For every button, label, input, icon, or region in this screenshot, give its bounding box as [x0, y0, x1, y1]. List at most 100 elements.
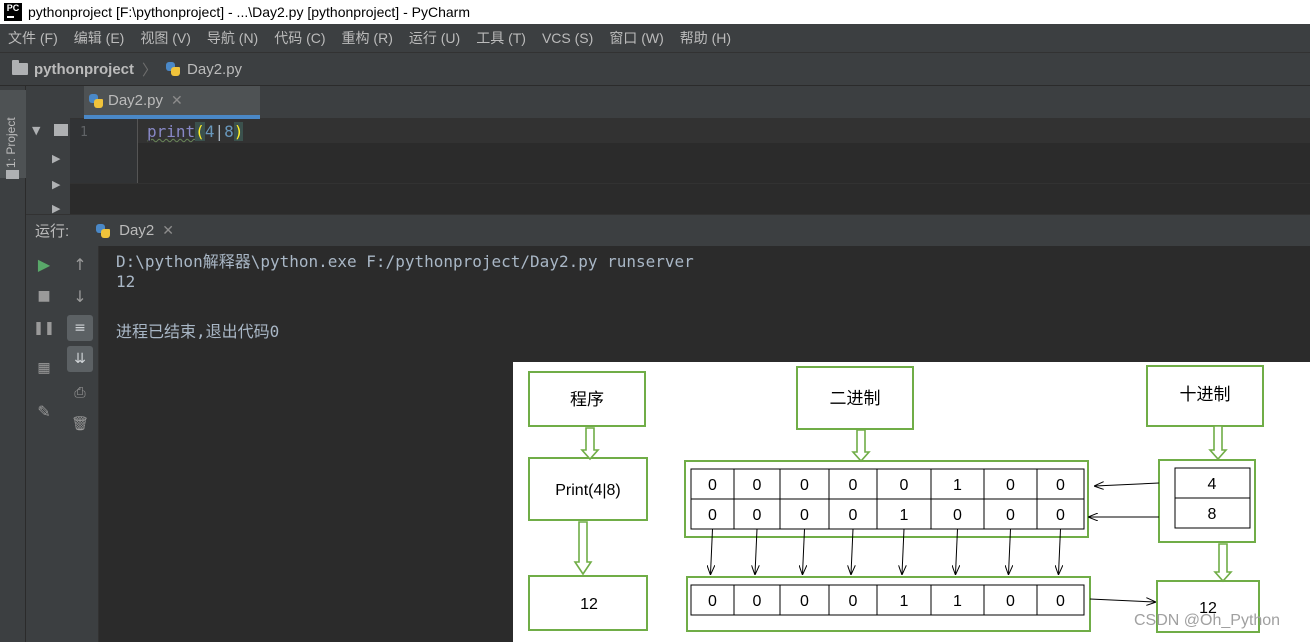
python-file-icon — [165, 61, 181, 77]
menu-run[interactable]: 运行 (U) — [401, 28, 468, 48]
code-operator: | — [214, 122, 225, 141]
bit-cell: 0 — [753, 593, 762, 610]
menu-refactor[interactable]: 重构 (R) — [334, 28, 401, 48]
editor-tab-label: Day2.py — [108, 92, 164, 109]
bitwise-or-diagram: 0 0 0 0 0 1 0 0 0 0 0 0 1 0 0 0 0 0 0 0 1 1 0 0 程序 二进制 十进制 Pri… — [513, 362, 1310, 642]
bit-cell: 0 — [1006, 477, 1015, 494]
decimal-value: 8 — [1208, 506, 1217, 523]
bit-cell: 0 — [1006, 507, 1015, 524]
title-bar: PC pythonproject [F:\pythonproject] - ..… — [0, 0, 1310, 24]
decimal-value: 4 — [1208, 476, 1217, 493]
breadcrumb-file[interactable]: Day2.py — [187, 61, 242, 78]
bit-cell: 0 — [849, 507, 858, 524]
pycharm-icon: PC — [4, 3, 22, 21]
print-icon[interactable]: ⎙ — [67, 380, 93, 406]
console-line: D:\python解释器\python.exe F:/pythonproject… — [116, 252, 694, 271]
diagram-canvas: 0 0 0 0 0 1 0 0 0 0 0 0 1 0 0 0 0 0 0 0 1 1 0 0 程序 二进制 十进制 Pri… — [528, 365, 1264, 633]
run-tab-label: Day2 — [119, 222, 155, 239]
bit-cell: 0 — [753, 477, 762, 494]
window-title: pythonproject [F:\pythonproject] - ...\D… — [28, 4, 470, 20]
code-paren: ) — [233, 122, 244, 141]
divider — [70, 183, 1310, 184]
arrow-up-icon[interactable]: ↑ — [67, 251, 93, 277]
project-tool-tab[interactable]: 1: Project — [0, 90, 26, 178]
run-tab-day2[interactable]: Day2 ✕ — [89, 215, 180, 247]
menu-vcs[interactable]: VCS (S) — [534, 30, 601, 46]
layout-icon[interactable]: ▦ — [31, 355, 57, 381]
watermark: CSDN @Oh_Python — [1134, 612, 1281, 629]
trash-icon[interactable]: 🗑 — [67, 411, 93, 437]
scroll-to-end-icon[interactable]: ⇊ — [67, 346, 93, 372]
menu-file[interactable]: 文件 (F) — [0, 28, 66, 48]
bit-cell: 1 — [900, 593, 909, 610]
bit-cell: 0 — [1006, 593, 1015, 610]
code-editor[interactable]: 1 print(4|8) — [70, 119, 1310, 214]
arrow-down-icon — [851, 429, 871, 463]
arrow-down-icon[interactable]: ↓ — [67, 283, 93, 309]
bit-cell: 0 — [800, 507, 809, 524]
arrow-down-icon — [1208, 425, 1228, 461]
code-paren: ( — [195, 122, 205, 141]
bit-cell: 0 — [1056, 593, 1065, 610]
arrow-right-icon — [1089, 599, 1155, 602]
bit-cell: 1 — [900, 507, 909, 524]
chevron-right-icon: 〉 — [142, 61, 158, 79]
bit-cell: 0 — [800, 477, 809, 494]
folder-icon — [6, 170, 19, 179]
pin-icon[interactable]: ✎ — [31, 398, 57, 424]
expression-label: Print(4|8) — [555, 482, 621, 499]
arrow-down-icon — [573, 521, 593, 576]
arrow-down-icon — [580, 427, 600, 461]
close-icon[interactable]: ✕ — [171, 92, 183, 109]
soft-wrap-icon[interactable]: ≡ — [67, 315, 93, 341]
current-line-highlight — [138, 119, 1310, 143]
binary-label: 二进制 — [830, 389, 881, 409]
menu-view[interactable]: 视图 (V) — [132, 28, 199, 48]
pause-icon[interactable]: ❚❚ — [31, 315, 57, 341]
stop-icon[interactable]: ■ — [31, 283, 57, 309]
menu-code[interactable]: 代码 (C) — [266, 28, 333, 48]
arrow-down-icon — [1213, 543, 1233, 583]
result-label: 12 — [580, 596, 598, 613]
bit-cell: 0 — [849, 593, 858, 610]
menu-window[interactable]: 窗口 (W) — [601, 28, 671, 48]
run-label: 运行: — [35, 223, 70, 240]
code-line[interactable]: print(4|8) — [147, 122, 244, 141]
code-number: 4 — [204, 122, 215, 141]
python-file-icon — [95, 223, 111, 239]
arrow-left-icon — [1095, 483, 1160, 486]
bit-cell: 0 — [953, 507, 962, 524]
console-line: 进程已结束,退出代码0 — [116, 322, 280, 341]
run-toolbar-primary: ▶ ■ ❚❚ ▦ ✎ — [26, 246, 62, 642]
menu-edit[interactable]: 编辑 (E) — [66, 28, 133, 48]
bit-cell: 0 — [753, 507, 762, 524]
editor-tab-bar: Day2.py ✕ — [70, 86, 1310, 119]
binary-result-grid: 0 0 0 0 1 1 0 0 — [690, 584, 1085, 616]
expand-down-icon[interactable]: ▼ — [32, 124, 40, 137]
folder-icon — [54, 124, 68, 136]
menu-navigate[interactable]: 导航 (N) — [199, 28, 266, 48]
breadcrumb-project[interactable]: pythonproject — [34, 61, 134, 78]
bit-cell: 0 — [849, 477, 858, 494]
editor-tab-day2[interactable]: Day2.py ✕ — [84, 86, 260, 119]
bit-cell: 0 — [708, 507, 717, 524]
bit-cell: 0 — [708, 593, 717, 610]
breadcrumb: pythonproject 〉 Day2.py — [0, 52, 1310, 86]
bit-cell: 1 — [953, 477, 962, 494]
decimal-label: 十进制 — [1180, 385, 1231, 405]
line-number: 1 — [80, 125, 88, 140]
binary-input-grid: 0 0 0 0 0 1 0 0 0 0 0 0 1 0 0 0 — [690, 468, 1085, 530]
expand-right-icon[interactable]: ▶ — [52, 152, 60, 165]
project-panel: ▼ ▶ ▶ ▶ — [26, 86, 70, 215]
expand-right-icon[interactable]: ▶ — [52, 178, 60, 191]
rerun-icon[interactable]: ▶ — [31, 251, 57, 277]
run-tool-header: 运行: Day2 ✕ — [26, 214, 1310, 246]
close-icon[interactable]: ✕ — [162, 222, 174, 239]
menu-tools[interactable]: 工具 (T) — [468, 28, 534, 48]
run-toolbar-secondary: ↑ ↓ ≡ ⇊ ⎙ 🗑 — [62, 246, 99, 642]
menu-help[interactable]: 帮助 (H) — [672, 28, 739, 48]
python-file-icon — [88, 93, 104, 109]
code-function: print — [147, 122, 196, 141]
left-tool-strip: 1: Project — [0, 86, 26, 642]
folder-icon — [12, 60, 28, 75]
